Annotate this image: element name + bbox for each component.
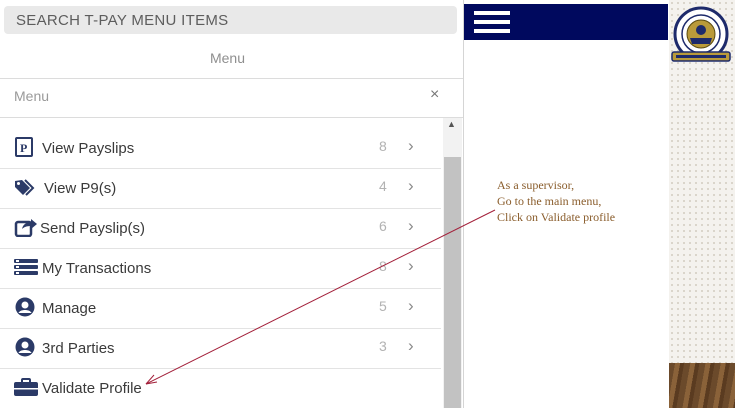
menu-item-label: Validate Profile xyxy=(42,380,142,397)
menu-item-count: 5 xyxy=(379,298,387,314)
menu-item-label: Manage xyxy=(42,300,97,317)
chevron-right-icon: › xyxy=(408,216,414,235)
share-icon xyxy=(14,219,37,237)
tags-icon xyxy=(15,179,35,196)
menu-item-my-transactions[interactable]: My Transactions 8 › xyxy=(0,248,441,289)
menu-item-label: View P9(s) xyxy=(44,180,117,197)
menu-item-view-p9s[interactable]: View P9(s) 4 › xyxy=(0,168,441,209)
chevron-right-icon: › xyxy=(408,136,414,155)
search-input[interactable]: SEARCH T-PAY MENU ITEMS xyxy=(4,6,457,34)
user-circle-icon xyxy=(15,337,35,357)
side-menu-panel: SEARCH T-PAY MENU ITEMS Menu Menu × P Vi… xyxy=(0,0,464,408)
chevron-right-icon: › xyxy=(408,176,414,195)
menu-item-count: 3 xyxy=(379,338,387,354)
svg-text:P: P xyxy=(20,141,27,155)
menu-item-validate-profile[interactable]: Validate Profile xyxy=(0,368,441,408)
menu-item-label: Send Payslip(s) xyxy=(40,220,146,237)
menu-item-label: View Payslips xyxy=(42,140,135,157)
divider xyxy=(0,78,463,79)
chevron-right-icon: › xyxy=(408,256,414,275)
menu-item-view-payslips[interactable]: P View Payslips 8 › xyxy=(0,128,441,169)
close-icon[interactable]: × xyxy=(430,86,439,104)
annotation-line: As a supervisor, xyxy=(497,178,575,192)
instruction-annotation: As a supervisor, Go to the main menu, Cl… xyxy=(497,177,615,225)
user-circle-icon xyxy=(15,297,35,317)
chevron-right-icon: › xyxy=(408,296,414,315)
divider xyxy=(0,117,463,118)
chevron-right-icon: › xyxy=(408,336,414,355)
menu-item-count: 6 xyxy=(379,218,387,234)
background-wood-floor xyxy=(669,363,735,408)
commission-seal-logo xyxy=(671,6,731,62)
briefcase-icon xyxy=(14,378,38,396)
annotation-line: Click on Validate profile xyxy=(497,210,616,224)
hamburger-menu-icon[interactable] xyxy=(474,11,510,34)
menu-item-label: My Transactions xyxy=(42,260,152,277)
scroll-up-arrow-icon[interactable]: ▲ xyxy=(447,119,456,129)
menu-item-count: 4 xyxy=(379,178,387,194)
top-navigation-bar xyxy=(464,4,668,40)
menu-title: Menu xyxy=(209,50,246,66)
annotation-line: Go to the main menu, xyxy=(497,194,602,208)
menu-item-send-payslips[interactable]: Send Payslip(s) 6 › xyxy=(0,208,441,249)
menu-item-count: 8 xyxy=(379,138,387,154)
menu-item-manage[interactable]: Manage 5 › xyxy=(0,288,441,329)
menu-item-3rd-parties[interactable]: 3rd Parties 3 › xyxy=(0,328,441,369)
menu-item-label: 3rd Parties xyxy=(42,340,115,357)
payslip-icon: P xyxy=(15,137,33,157)
scrollbar-thumb[interactable] xyxy=(444,157,461,408)
search-placeholder: SEARCH T-PAY MENU ITEMS xyxy=(16,12,229,29)
menu-header-label: Menu xyxy=(14,88,50,104)
menu-item-count: 8 xyxy=(379,258,387,274)
list-icon xyxy=(14,259,38,275)
